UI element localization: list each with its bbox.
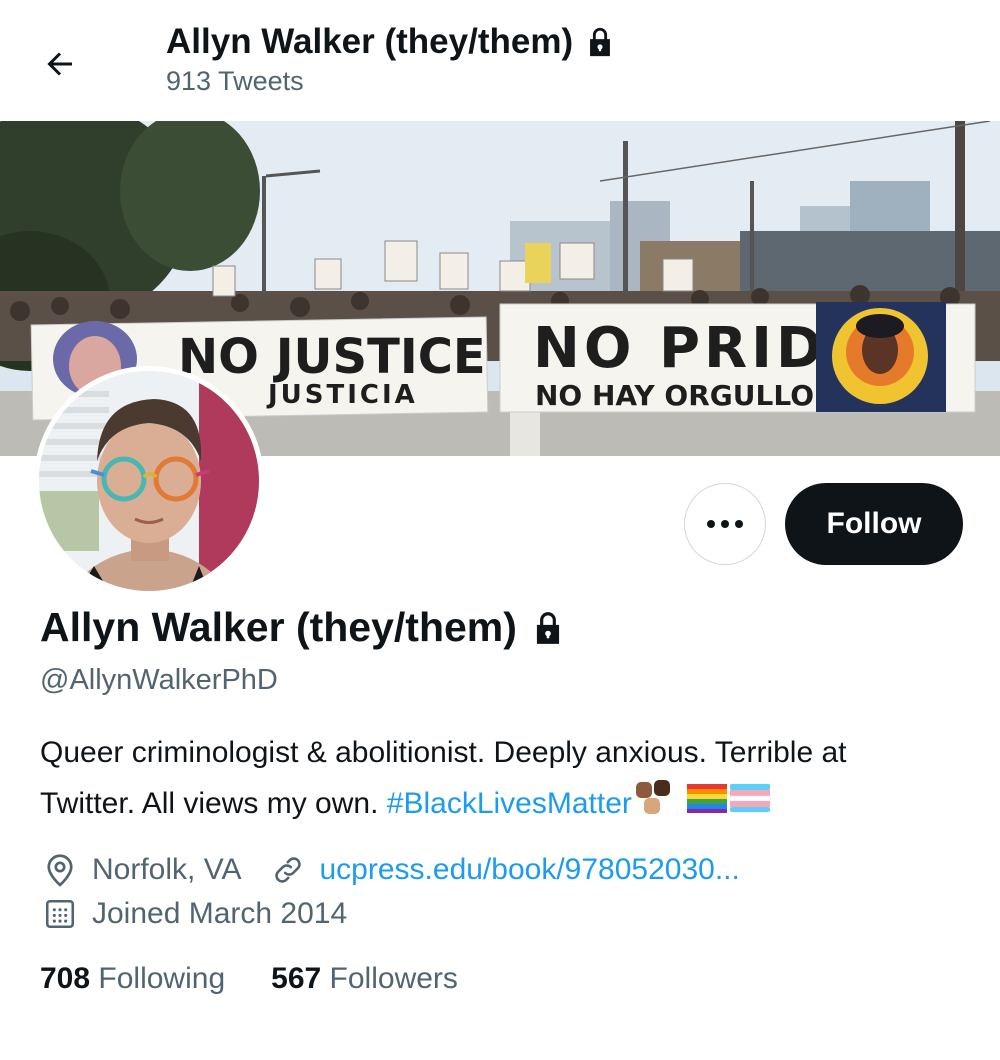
followers-link[interactable]: 567 Followers [271, 962, 458, 996]
profile-meta-row: Norfolk, VA ucpress.edu/book/978052030..… [40, 848, 740, 892]
follow-button[interactable]: Follow [785, 483, 963, 565]
banner-sign-left-line2: JUSTICIA [266, 380, 418, 410]
followers-count: 567 [271, 962, 322, 995]
more-icon-dot [735, 520, 743, 528]
back-button[interactable] [36, 40, 84, 88]
top-bar: Allyn Walker (they/them) 913 Tweets [0, 0, 1000, 118]
following-count: 708 [40, 962, 91, 995]
profile-bio: Queer criminologist & abolitionist. Deep… [40, 730, 980, 834]
profile-handle: @AllynWalkerPhD [40, 664, 278, 696]
avatar[interactable] [34, 366, 264, 596]
profile-website-link[interactable]: ucpress.edu/book/978052030... [320, 853, 740, 887]
profile-location: Norfolk, VA [92, 853, 242, 886]
location-pin-icon [40, 850, 80, 890]
bio-text-line2: Twitter. All views my own. [40, 786, 379, 820]
arrow-left-icon [47, 52, 72, 76]
header-title: Allyn Walker (they/them) [166, 22, 617, 62]
lock-icon [536, 611, 559, 644]
profile-joined-date: Joined March 2014 [92, 897, 348, 930]
profile-joined-row: Joined March 2014 [40, 892, 347, 936]
following-label: Following [98, 962, 226, 995]
more-icon-dot [721, 520, 729, 528]
following-link[interactable]: 708 Following [40, 962, 225, 996]
followers-label: Followers [329, 962, 458, 995]
lock-icon [590, 27, 611, 57]
profile-stats: 708 Following 567 Followers [40, 962, 458, 996]
banner-sign-right-line2: NO HAY ORGULLO [535, 379, 814, 412]
header-name: Allyn Walker (they/them) [166, 22, 574, 61]
bio-text-line1: Queer criminologist & abolitionist. Deep… [40, 736, 847, 769]
tweet-count: 913 Tweets [166, 66, 304, 96]
rainbow-flag-emoji-icon [686, 782, 728, 828]
profile-name: Allyn Walker (they/them) [40, 604, 517, 650]
link-icon [268, 850, 308, 890]
calendar-icon [40, 894, 80, 934]
banner-sign-left-line1: NO JUSTICE [178, 329, 486, 385]
transgender-flag-emoji-icon [728, 782, 772, 828]
bio-hashtag-link[interactable]: #BlackLivesMatter [387, 787, 632, 820]
more-icon [707, 520, 715, 528]
more-options-button[interactable] [684, 483, 766, 565]
avatar-image [39, 371, 259, 591]
profile-name-row: Allyn Walker (they/them) [40, 604, 567, 651]
raised-fists-emoji-icon [632, 776, 678, 834]
